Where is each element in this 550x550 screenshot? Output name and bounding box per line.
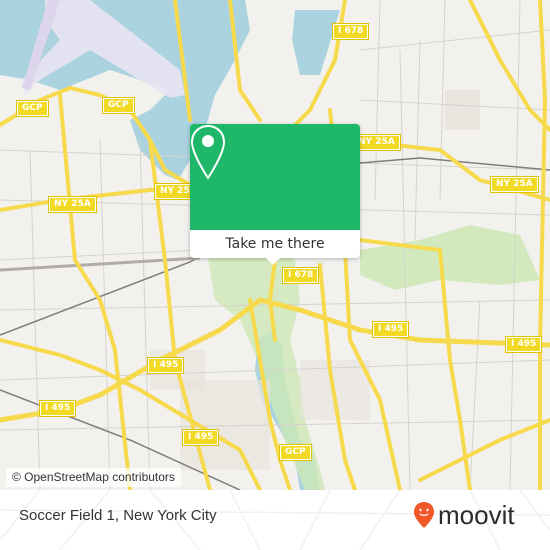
footer: Soccer Field 1, New York City moovit (0, 490, 550, 550)
moovit-logo[interactable]: moovit (413, 500, 515, 530)
place-name: Soccer Field 1, New York City (19, 507, 217, 524)
popup-header (190, 124, 360, 230)
take-me-there-button[interactable]: Take me there (190, 230, 360, 258)
road-shield: I 495 (371, 321, 410, 338)
road-shield: NY 25 (154, 183, 196, 200)
map[interactable]: GCP GCP I 678 NY 25A NY 25 NY 25A NY 25A… (0, 0, 550, 490)
road-shield: I 678 (281, 267, 320, 284)
moovit-pin-icon (414, 502, 434, 528)
road-shield: I 495 (146, 357, 185, 374)
road-shield: I 495 (504, 336, 543, 353)
road-shield: I 678 (331, 23, 370, 40)
location-popup: Take me there (190, 124, 360, 265)
road-shield: I 495 (181, 429, 220, 446)
road-shield: NY 25A (352, 134, 401, 151)
road-shield: GCP (279, 444, 312, 461)
road-shield: I 495 (38, 400, 77, 417)
location-pin-icon (190, 124, 226, 180)
map-attribution[interactable]: © OpenStreetMap contributors (6, 468, 181, 487)
popup-pointer (266, 258, 280, 265)
road-shield: NY 25A (48, 196, 97, 213)
road-shield: NY 25A (490, 176, 539, 193)
moovit-wordmark: moovit (438, 499, 515, 530)
park-forest (360, 225, 540, 290)
rail-3 (0, 256, 201, 272)
road-shield: GCP (102, 97, 135, 114)
road-shield: GCP (16, 100, 49, 117)
